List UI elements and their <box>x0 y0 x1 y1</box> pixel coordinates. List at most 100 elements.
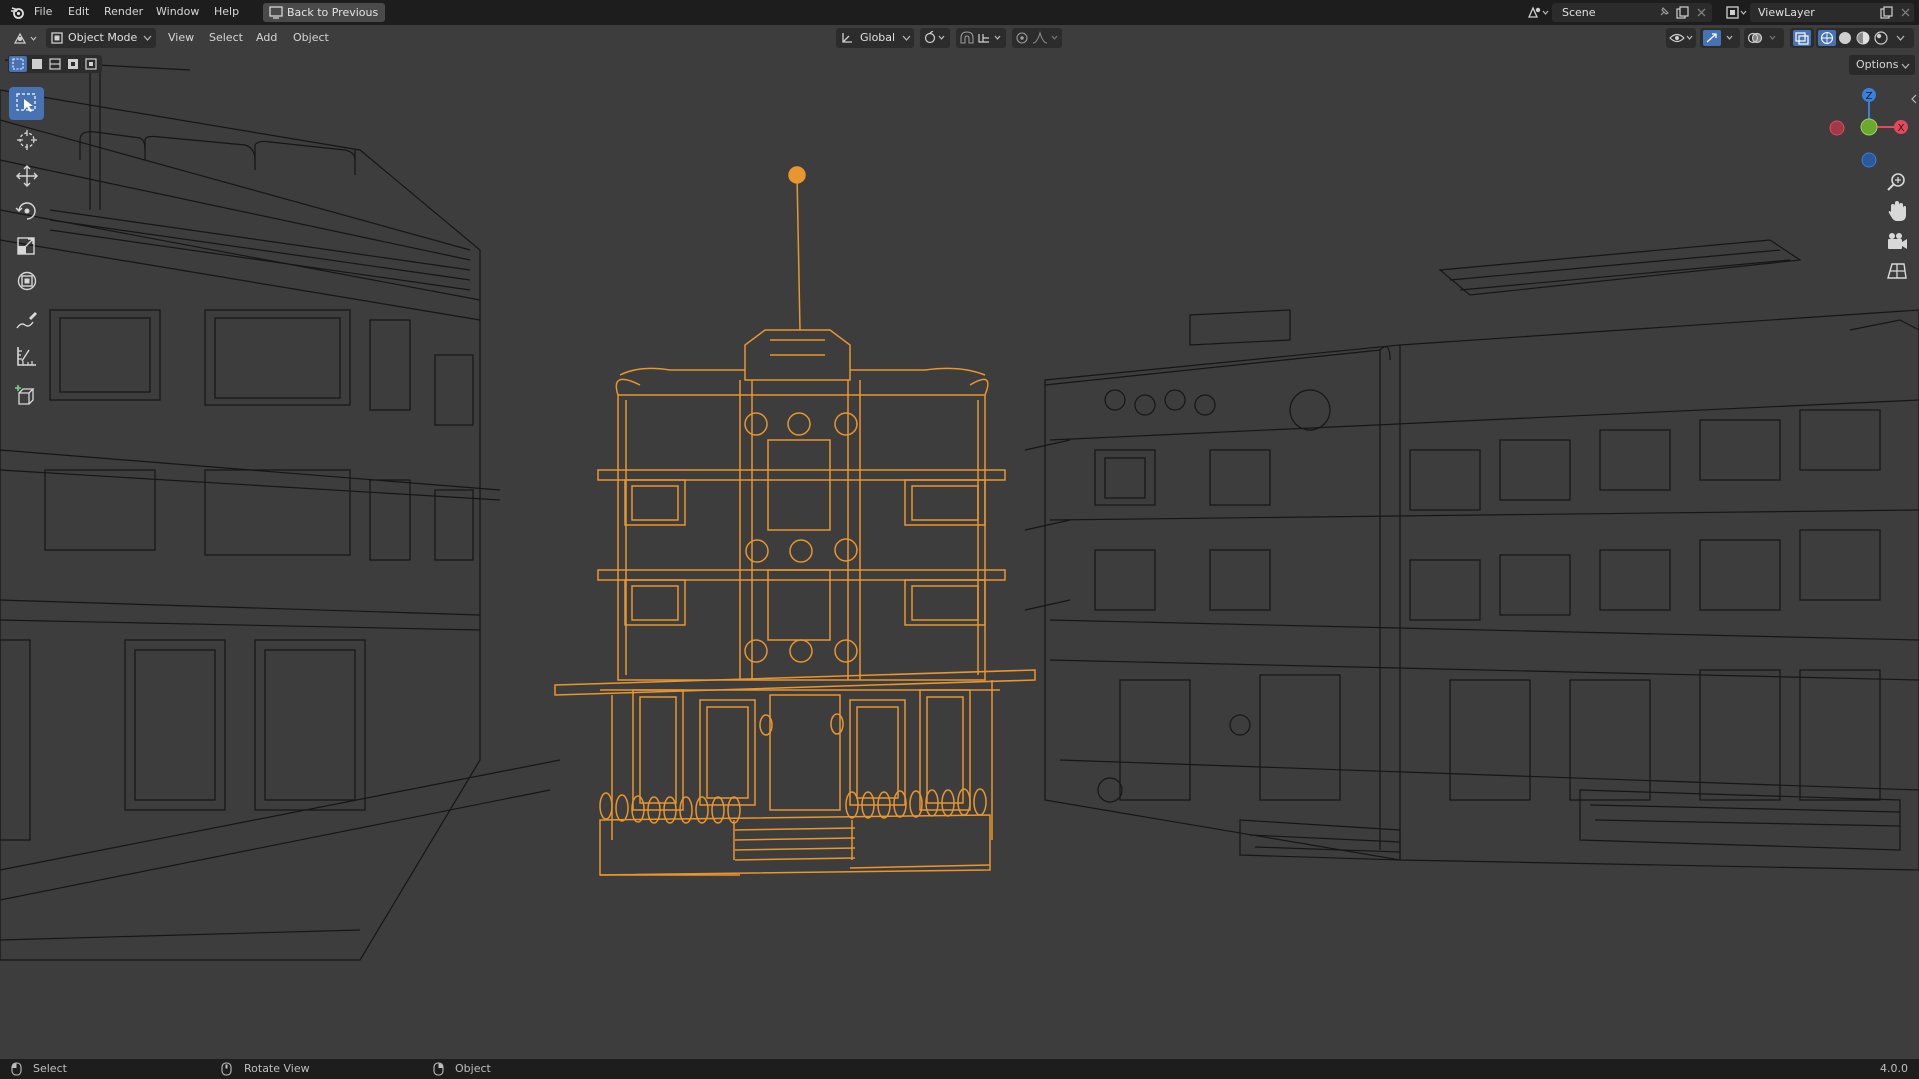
new-view-layer-icon[interactable] <box>1880 6 1893 19</box>
solid-shading-icon[interactable] <box>1838 31 1852 45</box>
viewport-3d[interactable] <box>0 0 1919 1079</box>
snapping-controls[interactable] <box>956 28 1006 48</box>
tool-select-box[interactable] <box>9 87 44 120</box>
orientation-label: Global <box>860 31 896 44</box>
tool-annotate[interactable] <box>9 305 44 338</box>
options-dropdown[interactable]: Options <box>1849 55 1915 75</box>
status-bar: Select Rotate View Object 4.0.0 <box>0 1059 1919 1079</box>
delete-view-layer-icon[interactable] <box>1900 7 1911 18</box>
zoom-button[interactable] <box>1882 168 1912 196</box>
overlays-icon <box>1748 32 1776 44</box>
mouse-right-icon <box>433 1062 444 1076</box>
tool-rotate[interactable] <box>9 195 44 228</box>
viewport-header: Object Mode View Select Add Object Globa… <box>0 25 1919 53</box>
mode-dropdown[interactable]: Object Mode <box>46 28 156 48</box>
pin-icon[interactable] <box>1658 6 1670 18</box>
view-layer-name: ViewLayer <box>1758 6 1815 19</box>
header-menu-object[interactable]: Object <box>293 31 329 44</box>
proportional-edit-icon <box>1016 31 1058 44</box>
gizmo-y-axis <box>1860 118 1878 136</box>
header-menu-select[interactable]: Select <box>209 31 243 44</box>
view-layer-field[interactable]: ViewLayer <box>1750 3 1914 22</box>
tool-move[interactable] <box>9 160 44 193</box>
xray-icon <box>1793 30 1811 46</box>
pan-hand-icon <box>1888 201 1906 221</box>
mouse-middle-icon <box>221 1062 232 1076</box>
delete-scene-icon[interactable] <box>1696 7 1707 18</box>
chevron-down-icon <box>1901 63 1910 69</box>
screen-back-icon <box>269 6 283 19</box>
mouse-left-icon <box>11 1062 22 1076</box>
camera-view-button[interactable] <box>1882 228 1912 256</box>
gizmo-z-label: Z <box>1866 91 1873 102</box>
tool-measure[interactable] <box>9 340 44 373</box>
grid-toggle-icon <box>1887 263 1907 279</box>
tool-add-cube[interactable] <box>9 379 44 412</box>
gizmo-neg-z-axis <box>1861 152 1877 168</box>
header-menu-add[interactable]: Add <box>256 31 277 44</box>
add-cube-icon <box>15 385 35 405</box>
cursor-icon <box>17 130 37 150</box>
status-rotate-label: Rotate View <box>244 1062 310 1075</box>
tool-transform[interactable] <box>9 265 44 298</box>
wireframe-shading-icon[interactable] <box>1818 30 1836 46</box>
tool-cursor[interactable] <box>9 124 44 157</box>
scale-icon <box>17 237 35 255</box>
scene-name: Scene <box>1562 6 1596 19</box>
eye-icon <box>1669 33 1693 43</box>
menu-file[interactable]: File <box>34 5 52 18</box>
menu-render[interactable]: Render <box>104 5 143 18</box>
gizmo-toggle[interactable] <box>1700 28 1740 48</box>
scene-field[interactable]: Scene <box>1552 3 1712 22</box>
visibility-dropdown[interactable] <box>1666 28 1696 48</box>
menu-help[interactable]: Help <box>214 5 239 18</box>
editor-type-icon[interactable] <box>12 31 38 46</box>
pan-button[interactable] <box>1882 198 1912 226</box>
new-scene-icon[interactable] <box>1676 6 1689 19</box>
orientation-dropdown[interactable]: Global <box>836 28 914 48</box>
menu-edit[interactable]: Edit <box>68 5 89 18</box>
chevron-down-icon <box>902 35 911 41</box>
transform-orientation-icon <box>842 33 852 43</box>
version-label: 4.0.0 <box>1880 1062 1908 1075</box>
overlays-toggle[interactable] <box>1744 28 1784 48</box>
status-object-label: Object <box>455 1062 491 1075</box>
chevron-down-icon <box>143 35 152 41</box>
back-to-previous-label: Back to Previous <box>287 6 379 19</box>
pivot-point-icon <box>924 31 945 44</box>
measure-icon <box>17 347 36 366</box>
select-box-icon <box>16 93 36 112</box>
gizmo-neg-x-axis <box>1829 120 1845 136</box>
scene-icon[interactable] <box>1527 5 1549 20</box>
chevron-down-icon[interactable] <box>1896 35 1905 41</box>
back-to-previous-button[interactable]: Back to Previous <box>263 3 385 22</box>
view-layer-icon[interactable] <box>1725 5 1747 20</box>
header-menu-view[interactable]: View <box>168 31 194 44</box>
material-shading-icon[interactable] <box>1856 31 1870 45</box>
ortho-toggle-button[interactable] <box>1882 258 1912 286</box>
top-menu-bar: File Edit Render Window Help Back to Pre… <box>0 0 1919 25</box>
selection-mode-buttons[interactable] <box>8 55 102 73</box>
menu-window[interactable]: Window <box>156 5 199 18</box>
mode-label: Object Mode <box>68 31 138 44</box>
move-icon <box>16 165 38 187</box>
proportional-editing-controls[interactable] <box>1012 28 1062 48</box>
navigation-gizmo[interactable]: Z X <box>1820 84 1910 170</box>
object-mode-icon <box>51 32 63 44</box>
shading-mode-group[interactable] <box>1816 28 1914 48</box>
collapse-arrow-icon[interactable] <box>1910 94 1918 104</box>
gizmo-x-label: X <box>1898 123 1905 134</box>
annotate-icon <box>16 312 37 329</box>
rendered-shading-icon[interactable] <box>1874 31 1888 45</box>
status-select-label: Select <box>33 1062 67 1075</box>
camera-icon <box>1888 233 1907 249</box>
xray-toggle[interactable] <box>1790 28 1814 48</box>
rotate-icon <box>15 202 36 220</box>
options-label: Options <box>1856 58 1899 71</box>
pivot-point-dropdown[interactable] <box>920 28 950 48</box>
tool-scale[interactable] <box>9 230 44 263</box>
zoom-icon <box>1887 173 1905 191</box>
blender-logo-icon[interactable] <box>10 5 25 20</box>
snap-icon <box>960 31 1001 44</box>
gizmo-icon <box>1703 30 1733 46</box>
